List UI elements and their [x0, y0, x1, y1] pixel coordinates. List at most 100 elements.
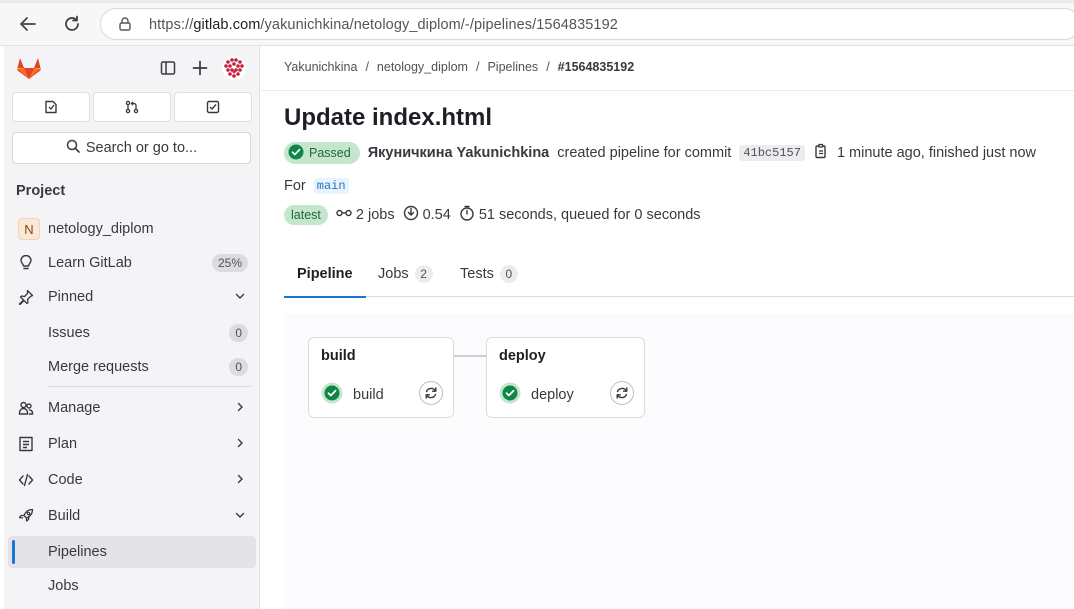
- commit-sha-link[interactable]: 41bc5157: [739, 145, 805, 161]
- search-button[interactable]: Search or go to...: [12, 132, 251, 164]
- sidebar-item-label: Code: [48, 472, 83, 488]
- retry-job-icon[interactable]: [419, 381, 443, 405]
- stage-card-build: build build: [308, 337, 454, 418]
- create-new-plus-icon[interactable]: [190, 58, 210, 78]
- sidebar-section-title: Project: [16, 183, 66, 199]
- tab-label: Tests: [460, 266, 494, 282]
- status-success-icon: [288, 144, 304, 163]
- sidebar-item-issues[interactable]: Issues 0: [8, 317, 256, 349]
- sidebar-item-label: Plan: [48, 436, 78, 452]
- site-info-icon[interactable]: [117, 16, 133, 35]
- chevron-down-icon: [234, 509, 246, 525]
- sidebar-item-pinned[interactable]: Pinned: [8, 281, 256, 313]
- jobs-count: 2 jobs: [355, 207, 395, 223]
- chevron-right-icon: [234, 473, 246, 489]
- breadcrumb-current[interactable]: #1564835192: [558, 60, 634, 74]
- status-badge[interactable]: Passed: [284, 142, 360, 164]
- breadcrumb-link[interactable]: Pipelines: [487, 60, 538, 74]
- job-item-deploy[interactable]: deploy: [499, 382, 574, 408]
- latest-badge: latest: [284, 205, 328, 225]
- chevron-right-icon: [234, 401, 246, 417]
- sidebar-item-plan[interactable]: Plan: [8, 428, 256, 460]
- job-success-icon: [321, 382, 343, 408]
- browser-toolbar: https://gitlab.com/yakunichkina/netology…: [0, 0, 1074, 46]
- thumbtack-icon: [18, 289, 34, 305]
- sidebar-item-jobs[interactable]: Jobs: [8, 570, 256, 602]
- gitlab-logo-icon[interactable]: [16, 56, 42, 83]
- pipeline-meta: Passed Якуничкина Yakunichkina created p…: [284, 142, 1036, 164]
- chevron-right-icon: [234, 437, 246, 453]
- stage-connector: [453, 355, 486, 357]
- tab-tests[interactable]: Tests 0: [460, 251, 518, 297]
- main-content: Yakunichkina / netology_diplom / Pipelin…: [261, 46, 1074, 609]
- sidebar-item-pipelines[interactable]: Pipelines: [8, 536, 256, 568]
- sidebar-item-code[interactable]: Code: [8, 464, 256, 496]
- breadcrumb-link[interactable]: netology_diplom: [377, 60, 468, 74]
- left-sidebar: Search or go to... Project N netology_di…: [4, 46, 260, 609]
- assigned-issues-tab[interactable]: [12, 92, 90, 122]
- tab-label: Pipeline: [297, 266, 353, 282]
- sidebar-item-build[interactable]: Build: [8, 500, 256, 532]
- tab-jobs[interactable]: Jobs 2: [378, 251, 433, 297]
- coverage-value: 0.54: [422, 207, 451, 223]
- branch-ref-link[interactable]: main: [313, 178, 349, 194]
- sidebar-item-learn-gitlab[interactable]: Learn GitLab 25%: [8, 247, 256, 279]
- breadcrumb-divider: [261, 90, 1074, 91]
- sidebar-item-label: Build: [48, 508, 81, 524]
- sidebar-item-label: netology_diplom: [48, 221, 154, 237]
- reload-icon[interactable]: [60, 12, 84, 36]
- retry-job-icon[interactable]: [610, 381, 634, 405]
- breadcrumb-separator: /: [546, 60, 550, 74]
- merge-requests-tab[interactable]: [93, 92, 171, 122]
- job-name: build: [353, 387, 384, 403]
- tab-pipeline[interactable]: Pipeline: [284, 251, 366, 298]
- pipeline-ref-row: For main: [284, 178, 349, 194]
- pipeline-tabs: Pipeline Jobs 2 Tests 0: [284, 251, 1074, 298]
- sidebar-item-project[interactable]: N netology_diplom: [8, 213, 256, 245]
- sidebar-item-manage[interactable]: Manage: [8, 392, 256, 424]
- timer-icon: [459, 205, 475, 225]
- url-prefix: https://: [149, 17, 194, 33]
- page-title: Update index.html: [284, 104, 493, 131]
- todo-list-tab[interactable]: [174, 92, 252, 122]
- coverage-stat: 0.54: [403, 205, 451, 225]
- pipeline-stats: latest 2 jobs 0.54 51 seconds, queued fo…: [284, 204, 701, 226]
- tab-count-badge: 0: [499, 265, 518, 283]
- sidebar-item-label: Pipelines: [48, 544, 107, 560]
- tab-label: Jobs: [378, 266, 409, 282]
- tab-count-badge: 2: [414, 265, 433, 283]
- address-bar[interactable]: https://gitlab.com/yakunichkina/netology…: [100, 8, 1074, 40]
- breadcrumb: Yakunichkina / netology_diplom / Pipelin…: [284, 60, 634, 74]
- author-link[interactable]: Якуничкина Yakunichkina: [368, 145, 550, 161]
- status-label: Passed: [309, 146, 351, 160]
- stage-title: build: [321, 348, 356, 364]
- sidebar-divider: [48, 386, 251, 387]
- url-host: gitlab.com: [193, 17, 261, 33]
- breadcrumb-link[interactable]: Yakunichkina: [284, 60, 357, 74]
- code-icon: [18, 472, 34, 488]
- sidebar-header: [4, 46, 260, 90]
- sidebar-item-label: Merge requests: [48, 359, 149, 375]
- lightbulb-icon: [18, 255, 34, 271]
- collapse-sidebar-icon[interactable]: [158, 58, 178, 78]
- breadcrumb-separator: /: [365, 60, 369, 74]
- chevron-down-icon: [234, 290, 246, 306]
- project-avatar: N: [18, 218, 40, 240]
- stage-card-deploy: deploy deploy: [486, 337, 645, 418]
- learn-progress-badge: 25%: [211, 254, 248, 272]
- job-name: deploy: [531, 387, 574, 403]
- sidebar-item-label: Issues: [48, 325, 90, 341]
- pipeline-icon: [336, 205, 352, 225]
- time-text: 1 minute ago, finished just now: [836, 145, 1037, 161]
- sidebar-item-label: Jobs: [48, 578, 79, 594]
- sidebar-quick-tabs: [12, 92, 252, 122]
- copy-icon[interactable]: [813, 143, 829, 163]
- sidebar-item-merge-requests[interactable]: Merge requests 0: [8, 351, 256, 383]
- back-arrow-icon[interactable]: [16, 12, 40, 36]
- user-avatar[interactable]: [222, 56, 246, 80]
- for-label: For: [284, 178, 306, 194]
- rocket-icon: [18, 508, 34, 524]
- users-icon: [18, 400, 34, 416]
- sidebar-item-label: Learn GitLab: [48, 255, 132, 271]
- job-item-build[interactable]: build: [321, 382, 384, 408]
